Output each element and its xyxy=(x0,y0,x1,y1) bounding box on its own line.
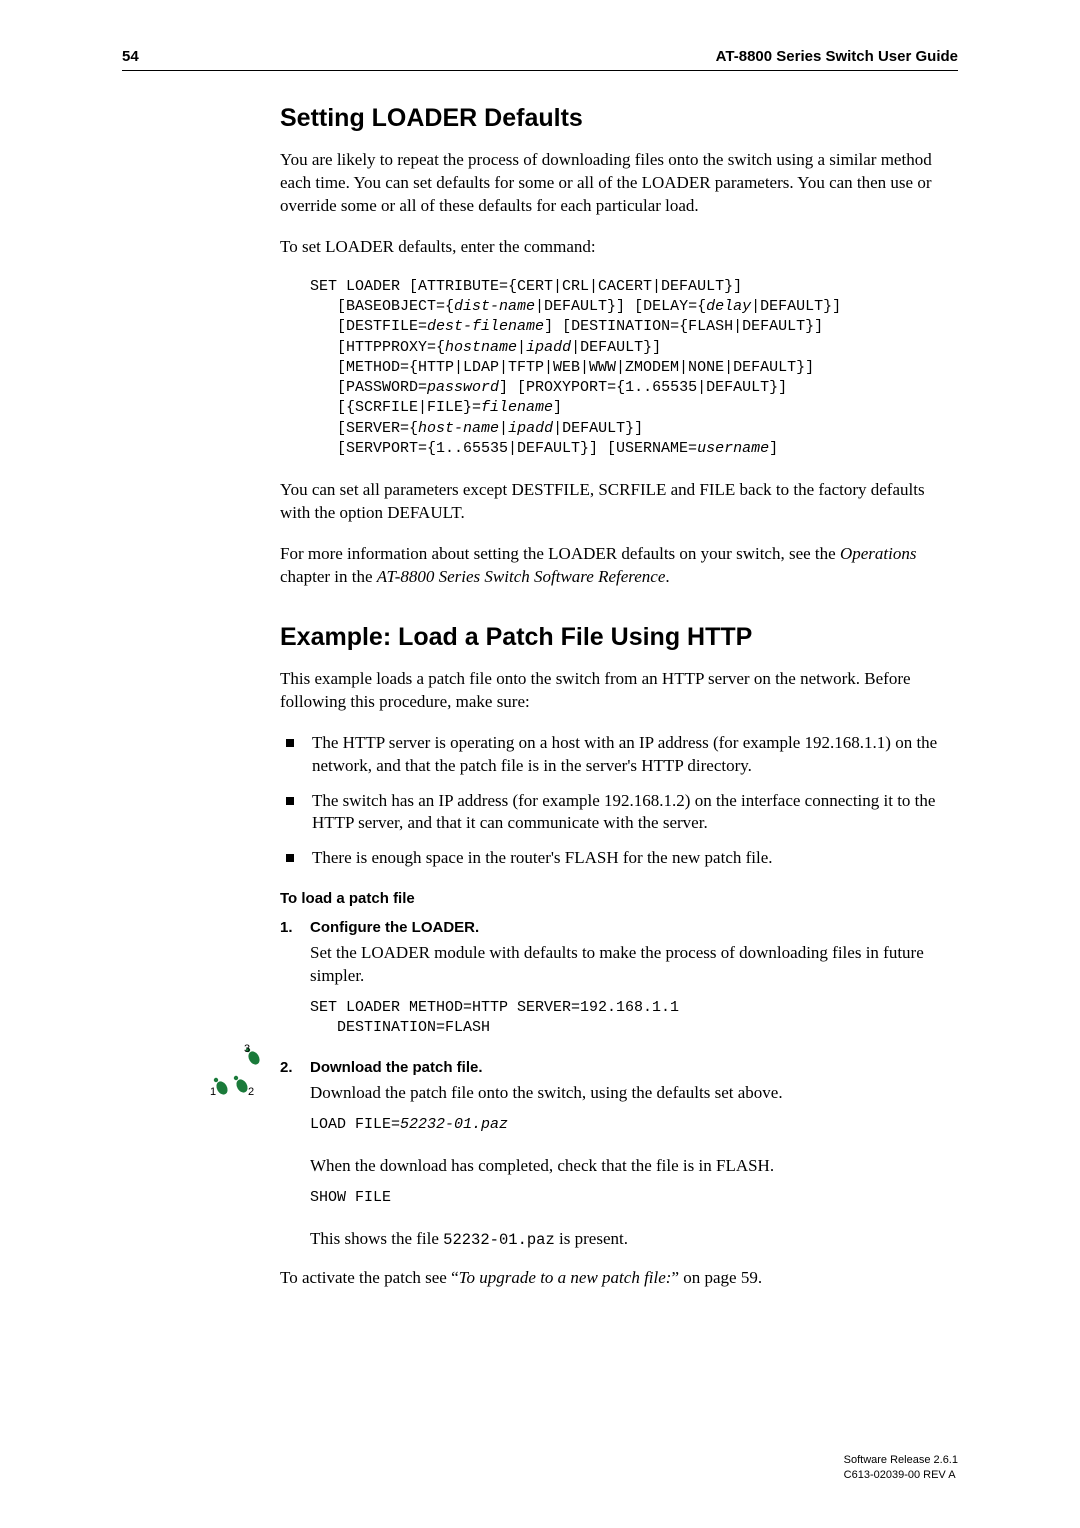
step-label-2: 2 xyxy=(248,1086,254,1098)
page-footer: Software Release 2.6.1 C613-02039-00 REV… xyxy=(844,1453,958,1482)
list-item: There is enough space in the router's FL… xyxy=(280,847,958,870)
step-text: Download the patch file onto the switch,… xyxy=(310,1082,958,1105)
para-intro-2: To set LOADER defaults, enter the comman… xyxy=(280,236,958,259)
para-more-info: For more information about setting the L… xyxy=(280,543,958,589)
step-title: Configure the LOADER. xyxy=(310,919,958,936)
prereq-list: The HTTP server is operating on a host w… xyxy=(280,732,958,871)
section-title-loader-defaults: Setting LOADER Defaults xyxy=(280,104,958,133)
step-title: Download the patch file. xyxy=(310,1059,958,1076)
section-title-example: Example: Load a Patch File Using HTTP xyxy=(280,623,958,652)
code-step1: SET LOADER METHOD=HTTP SERVER=192.168.1.… xyxy=(310,998,958,1039)
list-item: The switch has an IP address (for exampl… xyxy=(280,790,958,836)
code-set-loader: SET LOADER [ATTRIBUTE={CERT|CRL|CACERT|D… xyxy=(310,277,958,459)
header-rule xyxy=(122,70,958,71)
page-number: 54 xyxy=(122,48,139,65)
code-step2b: SHOW FILE xyxy=(310,1188,958,1208)
step-text: This shows the file 52232-01.paz is pres… xyxy=(310,1228,958,1251)
para-example-intro: This example loads a patch file onto the… xyxy=(280,668,958,714)
step-text: Set the LOADER module with defaults to m… xyxy=(310,942,958,988)
para-default-note: You can set all parameters except DESTFI… xyxy=(280,479,958,525)
release-line: Software Release 2.6.1 xyxy=(844,1453,958,1467)
procedure-title: To load a patch file xyxy=(280,890,958,907)
procedure-steps: Configure the LOADER. Set the LOADER mod… xyxy=(280,919,958,1251)
guide-title: AT-8800 Series Switch User Guide xyxy=(716,48,958,65)
list-item: The HTTP server is operating on a host w… xyxy=(280,732,958,778)
code-step2a: LOAD FILE=52232-01.paz xyxy=(310,1115,958,1135)
step-2: Download the patch file. Download the pa… xyxy=(280,1059,958,1251)
para-intro-1: You are likely to repeat the process of … xyxy=(280,149,958,218)
step-text: When the download has completed, check t… xyxy=(310,1155,958,1178)
docnum-line: C613-02039-00 REV A xyxy=(844,1468,958,1482)
running-head: 54 AT-8800 Series Switch User Guide xyxy=(122,48,958,65)
closing-xref: To activate the patch see “To upgrade to… xyxy=(280,1267,958,1290)
step-label-1: 1 xyxy=(210,1086,216,1098)
steps-icon: 1 2 3 xyxy=(210,1044,272,1098)
step-label-3: 3 xyxy=(244,1044,250,1055)
xref-link[interactable]: To upgrade to a new patch file: xyxy=(459,1268,672,1287)
step-1: Configure the LOADER. Set the LOADER mod… xyxy=(280,919,958,1038)
